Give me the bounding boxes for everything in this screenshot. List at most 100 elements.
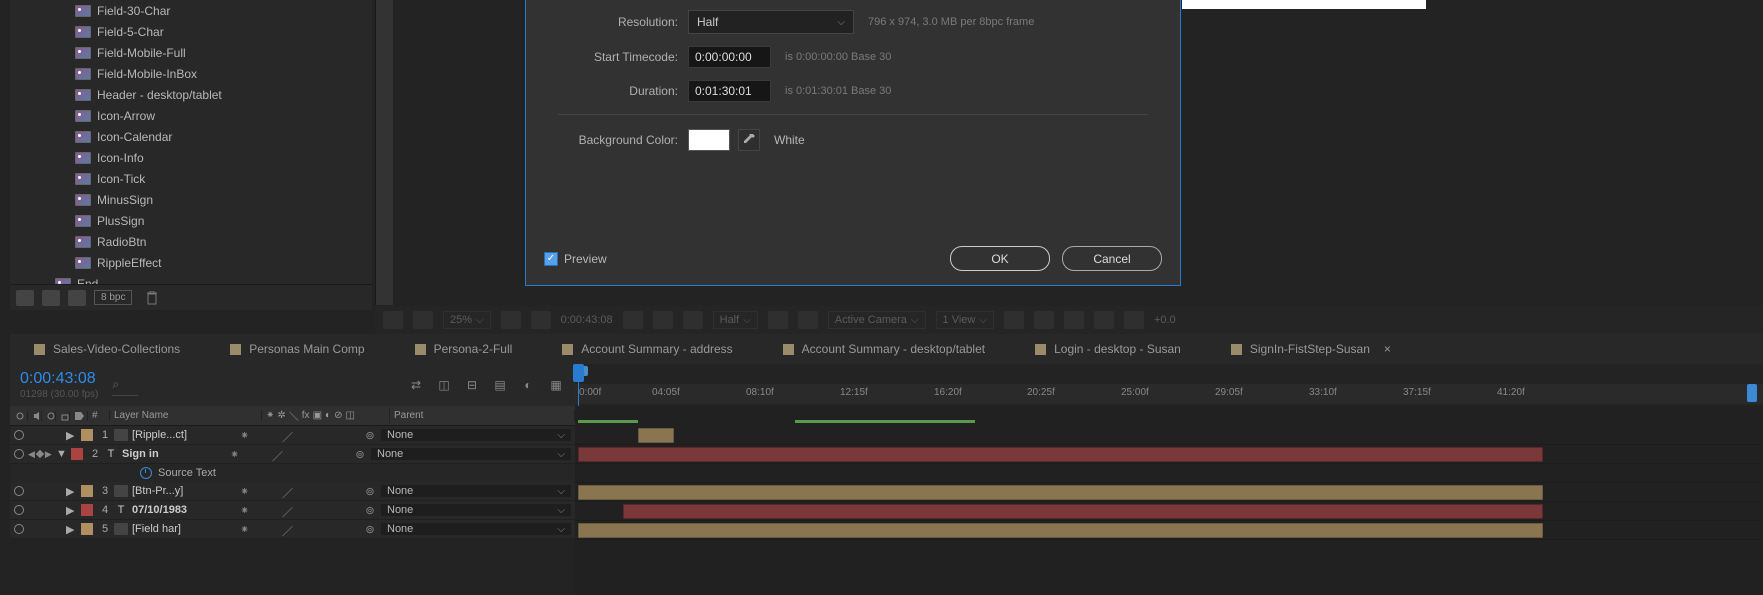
parent-pickwhip-icon[interactable]: ⊚ <box>359 504 381 517</box>
timeline-tab[interactable]: Persona-2-Full <box>415 342 513 356</box>
track-row[interactable] <box>575 521 1763 540</box>
fast-preview-icon[interactable] <box>1034 311 1054 329</box>
timeline-icon[interactable] <box>1064 311 1084 329</box>
layer-expand-toggle[interactable]: ▶ <box>66 504 78 517</box>
work-area-end-marker[interactable] <box>1747 384 1757 402</box>
layer-name[interactable]: Sign in <box>122 448 159 460</box>
background-color-swatch[interactable] <box>688 129 730 151</box>
layer-clip[interactable] <box>638 428 674 443</box>
layer-label-color[interactable] <box>81 523 93 535</box>
layer-clip[interactable] <box>578 523 1543 538</box>
flowchart-icon[interactable] <box>1094 311 1114 329</box>
parent-pickwhip-icon[interactable]: ⊚ <box>359 523 381 536</box>
project-item[interactable]: PlusSign <box>10 210 372 231</box>
parent-dropdown[interactable]: None⌵ <box>381 504 571 516</box>
quality-switch-icon[interactable]: ／ <box>282 429 294 441</box>
shy-icon[interactable]: ⊟ <box>463 376 481 394</box>
layer-name[interactable]: [Ripple...ct] <box>132 429 187 441</box>
duration-input[interactable]: 0:01:30:01 <box>688 80 771 102</box>
playhead-handle-icon[interactable] <box>573 364 584 382</box>
parent-dropdown[interactable]: None⌵ <box>371 448 571 460</box>
comp-mini-flowchart-icon[interactable]: ⇄ <box>407 376 425 394</box>
layer-expand-toggle[interactable]: ▶ <box>66 485 78 498</box>
project-item[interactable]: MinusSign <box>10 189 372 210</box>
preview-checkbox[interactable]: ✓ <box>544 252 558 266</box>
zoom-dropdown[interactable]: 25%⌵ <box>443 311 491 329</box>
quality-switch-icon[interactable]: ／ <box>282 485 294 497</box>
grid-icon[interactable] <box>501 311 521 329</box>
timeline-tab[interactable]: Account Summary - address <box>562 342 732 356</box>
project-item[interactable]: Icon-Calendar <box>10 126 372 147</box>
time-ruler-area[interactable]: 0:00f 04:05f 08:10f 12:15f 16:20f 20:25f… <box>575 364 1763 406</box>
visibility-toggle-icon[interactable] <box>14 449 24 459</box>
layer-expand-toggle[interactable]: ▼ <box>56 448 68 460</box>
track-row[interactable] <box>575 483 1763 502</box>
stopwatch-icon[interactable] <box>140 467 152 479</box>
layer-expand-toggle[interactable]: ▶ <box>66 523 78 536</box>
track-row[interactable] <box>575 464 1763 483</box>
quality-switch-icon[interactable]: ／ <box>282 523 294 535</box>
layer-row[interactable]: ▶ 1 [Ripple...ct] ⁕／ ⊚ None⌵ <box>10 426 575 445</box>
keyframe-diamond-icon[interactable] <box>36 450 44 458</box>
timeline-tab[interactable]: Account Summary - desktop/tablet <box>783 342 985 356</box>
layer-expand-toggle[interactable]: ▶ <box>66 429 78 442</box>
time-ruler[interactable]: 0:00f 04:05f 08:10f 12:15f 16:20f 20:25f… <box>575 384 1763 404</box>
parent-dropdown[interactable]: None⌵ <box>381 523 571 535</box>
prev-key-icon[interactable]: ◀ <box>28 449 35 460</box>
layer-row[interactable]: ▶ 3 [Btn-Pr...y] ⁕／ ⊚ None⌵ <box>10 482 575 501</box>
layer-clip[interactable] <box>578 447 1543 462</box>
track-row[interactable] <box>575 502 1763 521</box>
project-item[interactable]: Icon-Info <box>10 147 372 168</box>
motion-blur-icon[interactable]: ◐ <box>519 376 537 394</box>
layer-row[interactable]: ◀▶ ▼ 2 TSign in ⁕／ ⊚ None⌵ <box>10 445 575 464</box>
parent-pickwhip-icon[interactable]: ⊚ <box>359 485 381 498</box>
visibility-toggle-icon[interactable] <box>14 524 24 534</box>
layer-label-color[interactable] <box>81 504 93 516</box>
current-time-display[interactable]: 0:00:43:08 <box>20 370 98 388</box>
timeline-search[interactable]: ⌕ <box>112 374 138 396</box>
property-row[interactable]: Source Text <box>10 464 575 482</box>
layer-name[interactable]: [Field har] <box>132 523 181 535</box>
collapse-transform-icon[interactable]: ⁕ <box>240 429 252 441</box>
layer-name[interactable]: [Btn-Pr...y] <box>132 485 183 497</box>
reset-exposure-icon[interactable] <box>1124 311 1144 329</box>
ok-button[interactable]: OK <box>950 246 1050 271</box>
quality-switch-icon[interactable]: ／ <box>282 504 294 516</box>
roi-icon[interactable] <box>768 311 788 329</box>
new-comp-icon[interactable] <box>68 290 86 306</box>
footer-timecode[interactable]: 0:00:43:08 <box>561 314 613 326</box>
quality-switch-icon[interactable]: ／ <box>272 448 284 460</box>
color-mgmt-icon[interactable] <box>683 311 703 329</box>
collapse-transform-icon[interactable]: ⁕ <box>230 448 242 460</box>
close-tab-icon[interactable]: × <box>1384 342 1391 356</box>
project-item[interactable]: Field-Mobile-InBox <box>10 63 372 84</box>
resolution-footer-dropdown[interactable]: Half⌵ <box>713 311 758 329</box>
timeline-tab[interactable]: Login - desktop - Susan <box>1035 342 1181 356</box>
snapshot-icon[interactable] <box>623 311 643 329</box>
draft-3d-icon[interactable]: ◫ <box>435 376 453 394</box>
collapse-transform-icon[interactable]: ⁕ <box>240 485 252 497</box>
guides-icon[interactable] <box>531 311 551 329</box>
timeline-tab[interactable]: SignIn-FistStep-Susan× <box>1231 342 1391 356</box>
resolution-dropdown[interactable]: Half ⌵ <box>688 10 854 34</box>
parent-dropdown[interactable]: None⌵ <box>381 429 571 441</box>
next-key-icon[interactable]: ▶ <box>45 449 52 460</box>
camera-dropdown[interactable]: Active Camera⌵ <box>828 311 926 329</box>
visibility-toggle-icon[interactable] <box>14 430 24 440</box>
project-item[interactable]: Field-5-Char <box>10 21 372 42</box>
track-row[interactable] <box>575 426 1763 445</box>
project-item[interactable]: Field-Mobile-Full <box>10 42 372 63</box>
graph-editor-icon[interactable]: ▦ <box>547 376 565 394</box>
visibility-toggle-icon[interactable] <box>14 486 24 496</box>
transparency-grid-icon[interactable] <box>798 311 818 329</box>
eyedropper-button[interactable] <box>738 129 760 151</box>
parent-pickwhip-icon[interactable]: ⊚ <box>359 429 381 442</box>
toggle-alpha-icon[interactable] <box>383 311 403 329</box>
project-item[interactable]: RippleEffect <box>10 252 372 273</box>
frame-blend-icon[interactable]: ▤ <box>491 376 509 394</box>
layer-clip[interactable] <box>623 504 1543 519</box>
track-row[interactable] <box>575 445 1763 464</box>
project-item[interactable]: Icon-Arrow <box>10 105 372 126</box>
toggle-mask-icon[interactable] <box>413 311 433 329</box>
parent-dropdown[interactable]: None⌵ <box>381 485 571 497</box>
